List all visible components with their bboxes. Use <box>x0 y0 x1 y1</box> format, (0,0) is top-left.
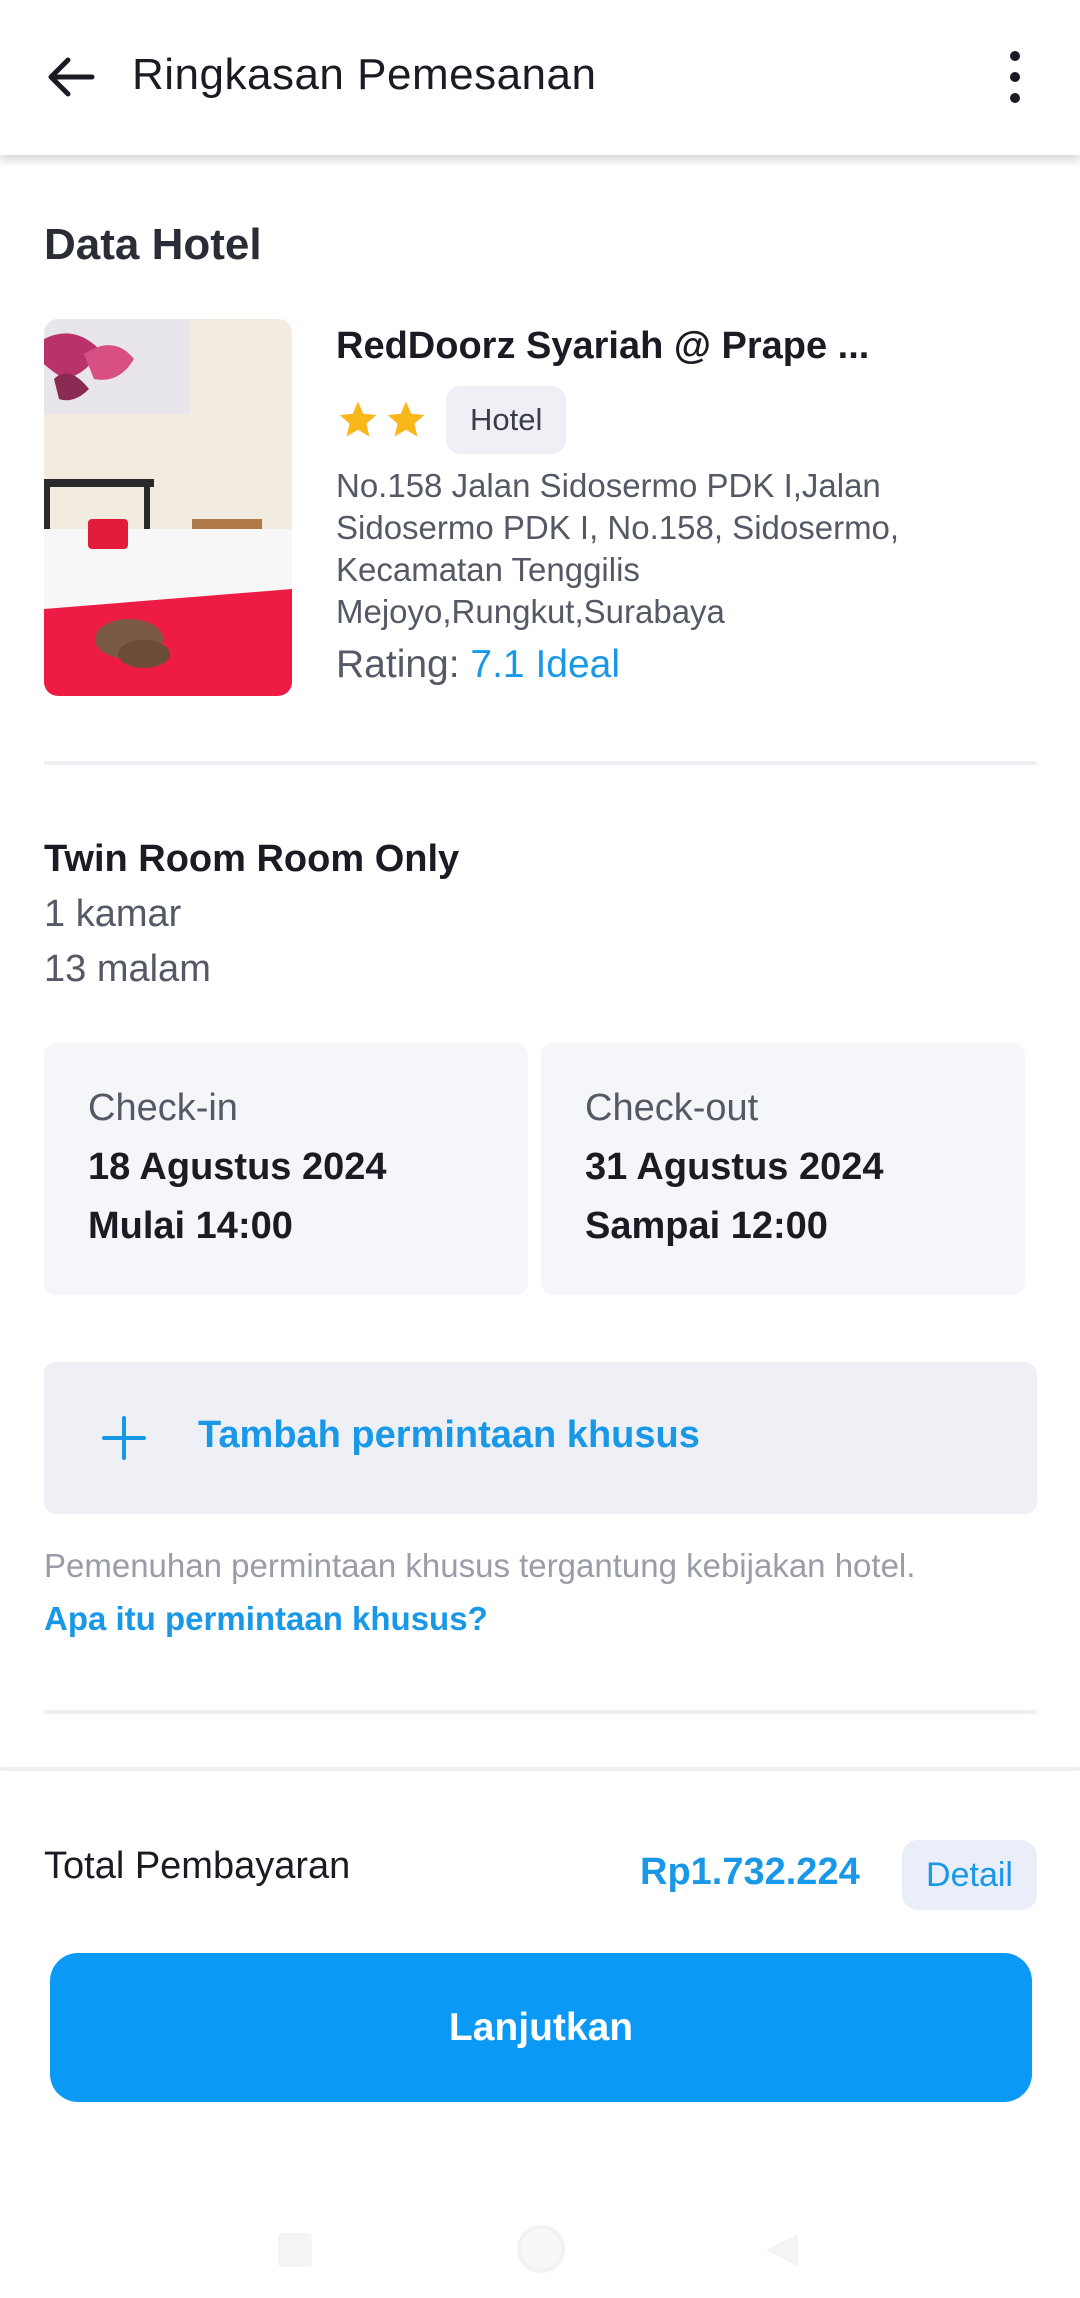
checkin-label: Check-in <box>88 1087 238 1129</box>
checkin-time: Mulai 14:00 <box>88 1205 293 1247</box>
checkout-date: 31 Agustus 2024 <box>585 1146 884 1188</box>
arrow-left-icon[interactable] <box>40 46 102 108</box>
star-icon <box>339 401 377 437</box>
room-name: Twin Room Room Only <box>44 838 460 880</box>
room-quantity: 1 kamar <box>44 893 182 935</box>
star-icon <box>387 401 425 437</box>
plus-icon <box>102 1416 146 1460</box>
hotel-star-rating <box>336 398 428 442</box>
recent-apps-icon[interactable] <box>278 2233 312 2267</box>
page-title: Ringkasan Pemesanan <box>132 50 597 99</box>
back-triangle-icon[interactable] <box>762 2230 802 2270</box>
add-special-request-label: Tambah permintaan khusus <box>198 1414 700 1456</box>
price-detail-button[interactable]: Detail <box>902 1840 1037 1910</box>
checkout-time: Sampai 12:00 <box>585 1205 828 1247</box>
section-title-hotel: Data Hotel <box>44 220 262 269</box>
more-vertical-icon[interactable] <box>1000 48 1030 108</box>
divider <box>44 1710 1037 1714</box>
special-request-note: Pemenuhan permintaan khusus tergantung k… <box>44 1547 916 1584</box>
checkin-date: 18 Agustus 2024 <box>88 1146 387 1188</box>
rating-value: 7.1 Ideal <box>470 643 621 686</box>
hotel-rating: Rating: 7.1 Ideal <box>336 643 620 687</box>
checkin-card: Check-in 18 Agustus 2024 Mulai 14:00 <box>44 1043 528 1295</box>
hotel-photo[interactable] <box>44 319 292 696</box>
bottom-panel-divider <box>0 1767 1080 1771</box>
special-request-info-link[interactable]: Apa itu permintaan khusus? <box>44 1600 488 1638</box>
continue-button[interactable]: Lanjutkan <box>50 1953 1032 2102</box>
hotel-name: RedDoorz Syariah @ Prape ... <box>336 325 870 367</box>
hotel-type-badge: Hotel <box>446 386 567 454</box>
home-icon[interactable] <box>517 2225 565 2273</box>
rating-label: Rating: <box>336 643 471 686</box>
checkout-label: Check-out <box>585 1087 759 1129</box>
room-nights: 13 malam <box>44 948 211 990</box>
total-payment-label: Total Pembayaran <box>44 1845 351 1887</box>
hotel-address: No.158 Jalan Sidosermo PDK I,Jalan Sidos… <box>336 467 900 630</box>
add-special-request-button[interactable]: Tambah permintaan khusus <box>44 1362 1037 1514</box>
system-nav-bar <box>0 2180 1080 2298</box>
app-bar: Ringkasan Pemesanan <box>0 0 1080 155</box>
total-payment-value: Rp1.732.224 <box>640 1851 860 1893</box>
divider <box>44 761 1037 765</box>
checkout-card: Check-out 31 Agustus 2024 Sampai 12:00 <box>541 1043 1025 1295</box>
